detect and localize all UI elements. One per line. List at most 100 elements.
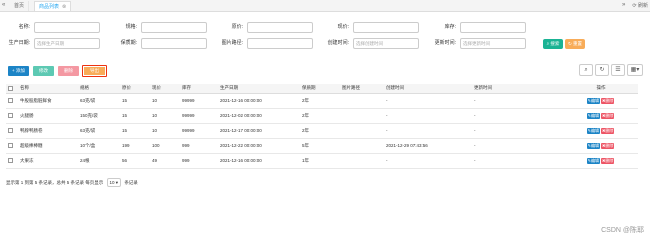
search-row-2: 生产日期: 选择生产日期 保质期: 图片路径: 创建时间: 选择创建时间 更新时… xyxy=(0,38,650,50)
shelf-life-label: 保质期: xyxy=(120,40,137,46)
refresh-icon: ↻ xyxy=(567,41,572,46)
row-edit-button[interactable]: ✎编辑 xyxy=(586,97,600,104)
row-delete-button[interactable]: ✖删除 xyxy=(601,127,615,134)
row-delete-button[interactable]: ✖删除 xyxy=(601,142,615,149)
table-row[interactable]: 鸭脖鸭肠卷 63克/袋 15 10 99999 2021-12-17 00:00:00 2年… xyxy=(6,123,638,139)
row-checkbox[interactable] xyxy=(8,113,13,119)
col-current-price[interactable]: 现价 xyxy=(150,84,180,94)
cell-spec: 10个/盒 xyxy=(78,138,120,154)
double-left-arrow-icon[interactable]: « xyxy=(2,2,5,8)
cell-create-time: - xyxy=(384,108,472,124)
tab-home-label: 首页 xyxy=(14,3,25,9)
pagination-suffix: 条记录 xyxy=(124,180,138,185)
search-row-1: 名称: 规格: 原价: 现价: 库存: xyxy=(0,22,650,34)
export-button-highlight: 导出 xyxy=(82,65,107,77)
col-create-time[interactable]: 创建时间 xyxy=(384,84,472,94)
cell-actions: ✎编辑 ✖删除 xyxy=(562,108,638,124)
export-dropdown-button[interactable]: ▦▾ xyxy=(627,64,643,76)
table-header-row: 名称 规格 原价 现价 库存 生产日期 保质期 图片路径 创建时间 更新时间 操… xyxy=(6,84,638,94)
original-price-label: 原价: xyxy=(231,24,243,30)
cell-original-price: 56 xyxy=(120,153,150,169)
table-row[interactable]: 火腿肠 150克/袋 15 10 99999 2021-12-02 00:00:00 2年 -… xyxy=(6,108,638,124)
product-table: 名称 规格 原价 现价 库存 生产日期 保质期 图片路径 创建时间 更新时间 操… xyxy=(6,84,638,169)
cell-shelf-life: 2年 xyxy=(300,93,340,109)
reset-button[interactable]: ↻ 重置 xyxy=(565,39,585,49)
search-button[interactable]: ⌕ 搜索 xyxy=(543,39,563,49)
production-date-input[interactable]: 选择生产日期 xyxy=(34,38,100,49)
cell-image-path xyxy=(340,108,384,124)
add-button[interactable]: + 添加 xyxy=(8,66,29,76)
row-checkbox[interactable] xyxy=(8,143,13,149)
row-checkbox[interactable] xyxy=(8,98,13,104)
name-input[interactable] xyxy=(34,22,100,33)
cell-current-price: 49 xyxy=(150,153,180,169)
stock-input[interactable] xyxy=(460,22,526,33)
search-icon: ⌕ xyxy=(546,41,550,46)
row-checkbox[interactable] xyxy=(8,158,13,164)
col-original-price[interactable]: 原价 xyxy=(120,84,150,94)
edit-button[interactable]: 修改 xyxy=(33,66,54,76)
close-icon[interactable]: ⊗ xyxy=(62,4,66,10)
row-checkbox-cell[interactable] xyxy=(6,138,18,154)
image-path-input[interactable] xyxy=(247,38,313,49)
page-size-select[interactable]: 10 ▾ xyxy=(106,178,122,187)
row-checkbox-cell[interactable] xyxy=(6,108,18,124)
row-delete-button[interactable]: ✖删除 xyxy=(601,157,615,164)
cell-original-price: 15 xyxy=(120,93,150,109)
cell-image-path xyxy=(340,138,384,154)
col-image-path[interactable]: 图片路径 xyxy=(340,84,384,94)
select-all-checkbox[interactable] xyxy=(8,85,13,91)
row-delete-label: 删除 xyxy=(605,157,614,163)
cell-name: 超级棒棒糖 xyxy=(18,138,78,154)
col-stock[interactable]: 库存 xyxy=(180,84,218,94)
row-delete-button[interactable]: ✖删除 xyxy=(601,97,615,104)
row-checkbox-cell[interactable] xyxy=(6,123,18,139)
cell-original-price: 199 xyxy=(120,138,150,154)
double-right-arrow-icon[interactable]: » xyxy=(622,2,625,8)
row-edit-button[interactable]: ✎编辑 xyxy=(586,112,600,119)
delete-button[interactable]: 删除 xyxy=(58,66,79,76)
row-edit-label: 编辑 xyxy=(591,97,599,103)
columns-button[interactable]: ☰ xyxy=(611,64,625,76)
select-all-checkbox-cell[interactable] xyxy=(6,84,18,94)
col-shelf-life[interactable]: 保质期 xyxy=(300,84,340,94)
cell-original-price: 15 xyxy=(120,108,150,124)
cell-stock: 99999 xyxy=(180,93,218,109)
cell-update-time: - xyxy=(472,138,562,154)
image-path-label: 图片路径: xyxy=(221,40,243,46)
spec-input[interactable] xyxy=(141,22,207,33)
columns-icon: ☰ xyxy=(615,67,621,73)
table-row[interactable]: 超级棒棒糖 10个/盒 199 100 999 2021-12-22 00:00:00 5年… xyxy=(6,138,638,154)
original-price-input[interactable] xyxy=(247,22,313,33)
table-row[interactable]: 大果冻 24根 56 49 999 2021-12-16 00:00:00 1年 - - ✎编辑 ✖… xyxy=(6,153,638,169)
row-checkbox-cell[interactable] xyxy=(6,93,18,109)
table-row[interactable]: 牛股股脂脏鲜食 63克/袋 15 10 99999 2021-12-16 00:00:00… xyxy=(6,93,638,109)
cell-name: 牛股股脂脏鲜食 xyxy=(18,93,78,109)
cell-update-time: - xyxy=(472,123,562,139)
col-spec[interactable]: 规格 xyxy=(78,84,120,94)
cell-shelf-life: 2年 xyxy=(300,108,340,124)
update-time-input[interactable]: 选择更新时间 xyxy=(460,38,526,49)
cell-current-price: 10 xyxy=(150,93,180,109)
row-checkbox-cell[interactable] xyxy=(6,153,18,169)
export-button[interactable]: 导出 xyxy=(84,67,105,75)
row-checkbox[interactable] xyxy=(8,128,13,134)
tab-product-list[interactable]: 商品列表 ⊗ xyxy=(34,1,72,11)
refresh-button[interactable]: ⟳ 刷新 xyxy=(632,2,648,9)
row-edit-button[interactable]: ✎编辑 xyxy=(586,142,600,149)
col-name[interactable]: 名称 xyxy=(18,84,78,94)
tab-home[interactable]: 首页 xyxy=(10,1,30,11)
shelf-life-input[interactable] xyxy=(141,38,207,49)
row-edit-button[interactable]: ✎编辑 xyxy=(586,157,600,164)
cell-stock: 99999 xyxy=(180,108,218,124)
refresh-table-button[interactable]: ↻ xyxy=(595,64,609,76)
row-delete-button[interactable]: ✖删除 xyxy=(601,112,615,119)
col-production-date[interactable]: 生产日期 xyxy=(218,84,300,94)
row-edit-button[interactable]: ✎编辑 xyxy=(586,127,600,134)
current-price-input[interactable] xyxy=(353,22,419,33)
create-time-input[interactable]: 选择创建时间 xyxy=(353,38,419,49)
name-label: 名称: xyxy=(18,24,30,30)
col-update-time[interactable]: 更新时间 xyxy=(472,84,562,94)
search-form: 名称: 规格: 原价: 现价: 库存: 生产日期: 选择生产日期 保质期: 图片… xyxy=(0,18,650,56)
search-toggle-button[interactable]: ⌕ xyxy=(579,64,593,76)
